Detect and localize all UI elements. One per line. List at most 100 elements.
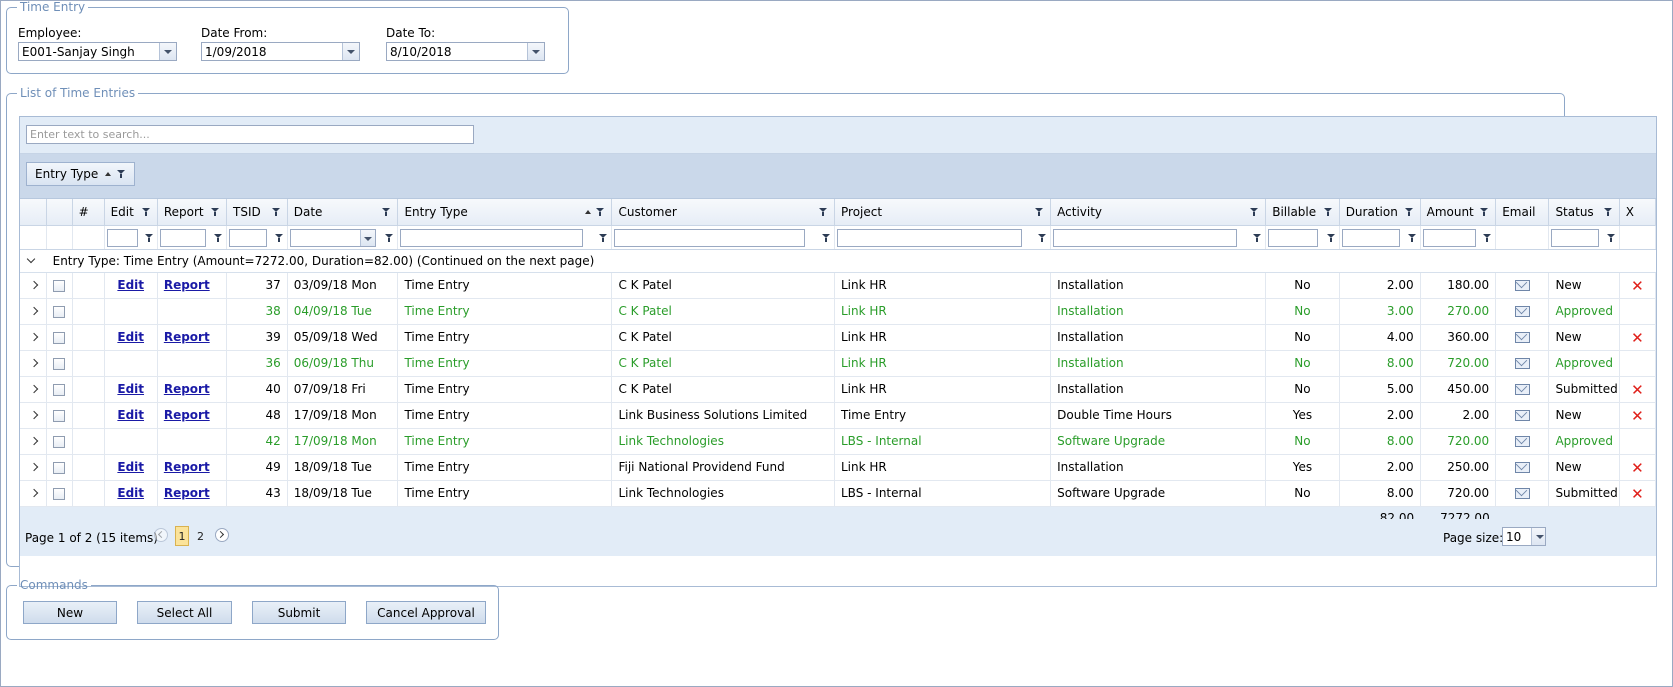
- filter-input-status[interactable]: [1551, 228, 1600, 247]
- group-chip-entry-type[interactable]: Entry Type: [26, 162, 136, 186]
- row-checkbox[interactable]: [53, 357, 66, 370]
- select-cell[interactable]: [46, 428, 73, 455]
- filter-input-amount[interactable]: [1422, 228, 1476, 247]
- report-cell[interactable]: Report: [157, 376, 228, 403]
- filter-input-entry-type[interactable]: [400, 228, 584, 247]
- next-page-icon[interactable]: [215, 528, 229, 542]
- col-header-billable[interactable]: Billable: [1265, 199, 1340, 226]
- new-button[interactable]: New: [23, 601, 117, 624]
- filter-icon[interactable]: [214, 233, 223, 243]
- filter-icon[interactable]: [117, 170, 126, 179]
- edit-cell[interactable]: Edit: [104, 402, 158, 429]
- report-cell[interactable]: Report: [157, 402, 228, 429]
- col-header-activity[interactable]: Activity: [1050, 199, 1267, 226]
- row-checkbox[interactable]: [53, 487, 66, 500]
- date-to-picker[interactable]: 8/10/2018: [386, 42, 545, 61]
- email-icon[interactable]: [1514, 462, 1530, 473]
- email-cell[interactable]: [1495, 298, 1550, 325]
- expand-chevron-icon[interactable]: [29, 332, 39, 342]
- email-icon[interactable]: [1514, 280, 1530, 291]
- edit-link[interactable]: Edit: [117, 460, 144, 474]
- chevron-down-icon[interactable]: [527, 43, 544, 60]
- col-header-status[interactable]: Status: [1548, 199, 1620, 226]
- col-header-entry-type[interactable]: Entry Type: [397, 199, 613, 226]
- row-checkbox[interactable]: [53, 383, 66, 396]
- table-row[interactable]: 42 17/09/18 Mon Time Entry Link Technologie…: [20, 428, 1657, 455]
- filter-icon[interactable]: [274, 233, 284, 243]
- email-cell[interactable]: [1495, 402, 1550, 429]
- chevron-down-icon[interactable]: [342, 43, 359, 60]
- filter-icon[interactable]: [1250, 208, 1259, 217]
- col-header-hash[interactable]: #: [72, 199, 105, 226]
- filter-icon[interactable]: [596, 208, 605, 217]
- delete-icon[interactable]: ✕: [1631, 460, 1644, 475]
- row-checkbox[interactable]: [53, 331, 66, 344]
- delete-cell[interactable]: ✕: [1619, 324, 1657, 351]
- email-cell[interactable]: [1495, 480, 1550, 507]
- col-header-email[interactable]: Email: [1495, 199, 1550, 226]
- chevron-down-icon[interactable]: [159, 43, 176, 60]
- delete-cell[interactable]: ✕: [1619, 376, 1657, 403]
- delete-icon[interactable]: ✕: [1631, 408, 1644, 423]
- select-cell[interactable]: [46, 298, 73, 325]
- table-row[interactable]: Edit Report 37 03/09/18 Mon Time Entry C K Pa…: [20, 272, 1657, 299]
- expand-chevron-icon[interactable]: [29, 436, 39, 446]
- filter-input-billable[interactable]: [1268, 228, 1319, 247]
- row-checkbox[interactable]: [53, 305, 66, 318]
- delete-icon[interactable]: ✕: [1631, 382, 1644, 397]
- filter-icon[interactable]: [819, 208, 828, 217]
- report-link[interactable]: Report: [164, 460, 210, 474]
- row-checkbox[interactable]: [53, 409, 66, 422]
- filter-input-report[interactable]: [159, 228, 206, 247]
- filter-icon[interactable]: [822, 233, 831, 243]
- report-link[interactable]: Report: [164, 382, 210, 396]
- report-cell[interactable]: Report: [157, 324, 228, 351]
- prev-page-icon[interactable]: [154, 528, 168, 542]
- expand-chevron-icon[interactable]: [29, 306, 39, 316]
- email-icon[interactable]: [1514, 358, 1530, 369]
- email-cell[interactable]: [1495, 350, 1550, 377]
- filter-input-customer[interactable]: [614, 228, 806, 247]
- delete-icon[interactable]: ✕: [1631, 486, 1644, 501]
- email-cell[interactable]: [1495, 324, 1550, 351]
- select-cell[interactable]: [46, 324, 73, 351]
- page-1-button[interactable]: 1: [175, 526, 189, 546]
- filter-icon[interactable]: [1404, 208, 1414, 217]
- select-cell[interactable]: [46, 454, 73, 481]
- filter-icon[interactable]: [1483, 233, 1492, 243]
- row-checkbox[interactable]: [53, 461, 66, 474]
- employee-combo[interactable]: E001-Sanjay Singh: [18, 42, 177, 61]
- col-header-date[interactable]: Date: [287, 199, 399, 226]
- report-link[interactable]: Report: [164, 278, 210, 292]
- expand-chevron-icon[interactable]: [29, 358, 39, 368]
- filter-icon[interactable]: [144, 233, 154, 243]
- email-cell[interactable]: [1495, 454, 1550, 481]
- filter-input-tsid[interactable]: [229, 228, 268, 247]
- filter-icon[interactable]: [211, 208, 220, 217]
- col-header-amount[interactable]: Amount: [1420, 199, 1497, 226]
- edit-cell[interactable]: Edit: [104, 480, 158, 507]
- filter-input-edit[interactable]: [106, 228, 138, 247]
- filter-icon[interactable]: [1407, 233, 1417, 243]
- email-icon[interactable]: [1514, 436, 1530, 447]
- report-cell[interactable]: Report: [157, 480, 228, 507]
- table-row[interactable]: Edit Report 48 17/09/18 Mon Time Entry Link B…: [20, 402, 1657, 429]
- filter-icon[interactable]: [1323, 208, 1333, 217]
- col-header-tsid[interactable]: TSID: [226, 199, 288, 226]
- filter-icon[interactable]: [1038, 233, 1047, 243]
- filter-icon[interactable]: [1606, 233, 1616, 243]
- filter-icon[interactable]: [599, 233, 608, 243]
- email-cell[interactable]: [1495, 376, 1550, 403]
- filter-input-activity[interactable]: [1053, 228, 1238, 247]
- edit-link[interactable]: Edit: [117, 486, 144, 500]
- col-header-report[interactable]: Report: [157, 199, 228, 226]
- edit-link[interactable]: Edit: [117, 382, 144, 396]
- delete-cell[interactable]: ✕: [1619, 480, 1657, 507]
- email-icon[interactable]: [1514, 306, 1530, 317]
- email-icon[interactable]: [1514, 332, 1530, 343]
- col-header-x[interactable]: X: [1619, 199, 1657, 226]
- expand-chevron-icon[interactable]: [29, 410, 39, 420]
- email-icon[interactable]: [1514, 384, 1530, 395]
- email-cell[interactable]: [1495, 272, 1550, 299]
- expand-cell[interactable]: [20, 324, 48, 351]
